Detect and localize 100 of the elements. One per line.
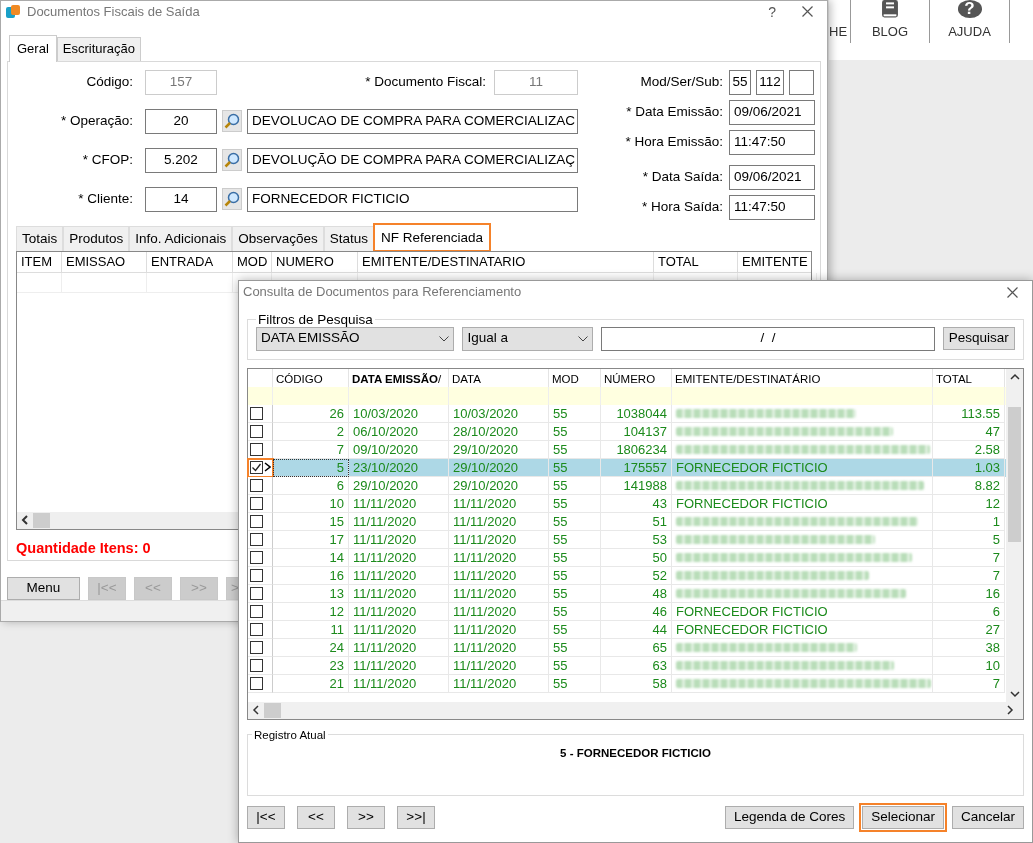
input-field[interactable]: 5.202 bbox=[145, 147, 217, 173]
checkbox[interactable] bbox=[250, 550, 263, 564]
field-label: * Operação: bbox=[59, 112, 134, 131]
column-header: EMITENTE bbox=[738, 252, 811, 272]
tab[interactable]: Produtos bbox=[63, 225, 130, 251]
scrollbar-thumb[interactable] bbox=[33, 513, 50, 528]
tab[interactable]: Info. Adicionais bbox=[129, 225, 233, 251]
dropdown[interactable]: DATA EMISSÃO bbox=[256, 326, 455, 351]
field-label: * Documento Fiscal: bbox=[364, 73, 487, 92]
column-header: NUMERO bbox=[272, 252, 358, 272]
input-field[interactable]: 11:47:50 bbox=[729, 194, 815, 220]
table-cell: 26 bbox=[273, 404, 349, 423]
search-icon bbox=[224, 191, 240, 208]
input-field[interactable]: DEVOLUCAO DE COMPRA PARA COMERCIALIZAC bbox=[247, 108, 578, 134]
lookup-button[interactable] bbox=[222, 188, 242, 211]
scrollbar-thumb[interactable] bbox=[1008, 406, 1021, 542]
table-cell: 46 bbox=[601, 602, 672, 621]
table-cell: 50 bbox=[601, 548, 672, 567]
checkbox[interactable] bbox=[250, 568, 263, 582]
help-icon[interactable]: ? bbox=[957, 0, 982, 18]
table-cell: 7 bbox=[933, 674, 1005, 693]
table-cell: 5 bbox=[273, 458, 349, 477]
table-cell: FORNECEDOR FICTICIO bbox=[672, 620, 933, 639]
action-button[interactable]: Cancelar bbox=[951, 805, 1024, 829]
table-cell: 2 bbox=[273, 422, 349, 441]
tab[interactable]: NF Referenciada bbox=[373, 223, 491, 251]
table-cell: 43 bbox=[601, 494, 672, 513]
nav-button[interactable]: |<< bbox=[247, 805, 285, 829]
table-cell: 55 bbox=[549, 548, 601, 567]
table-cell: 27 bbox=[933, 620, 1005, 639]
field-label: * Data Emissão: bbox=[625, 103, 724, 122]
checkbox[interactable] bbox=[250, 514, 263, 528]
table-cell: 1038044 bbox=[601, 404, 672, 423]
checkbox[interactable] bbox=[250, 496, 263, 510]
tab[interactable]: Geral bbox=[9, 35, 57, 62]
checkbox[interactable] bbox=[250, 532, 263, 546]
column-header: NÚMERO bbox=[601, 368, 672, 387]
search-icon bbox=[224, 152, 240, 169]
lookup-button[interactable] bbox=[222, 149, 242, 172]
column-header: DATA EMISSÃO/ bbox=[349, 368, 449, 387]
input-field[interactable]: 55 bbox=[729, 69, 751, 95]
toolbar-label[interactable]: AJUDA bbox=[948, 21, 991, 41]
table-cell: 55 bbox=[549, 476, 601, 495]
checkbox[interactable] bbox=[250, 658, 263, 672]
table-cell: 10/03/2020 bbox=[349, 404, 449, 423]
nav-button[interactable]: >> bbox=[347, 805, 385, 829]
table-cell: 7 bbox=[933, 566, 1005, 585]
table-cell: FORNECEDOR FICTICIO bbox=[672, 602, 933, 621]
scrollbar-thumb[interactable] bbox=[264, 702, 281, 718]
toolbar-label[interactable]: BLOG bbox=[871, 21, 909, 41]
checkbox[interactable] bbox=[250, 622, 263, 636]
nav-button[interactable]: Menu bbox=[7, 576, 80, 600]
table-cell: 23/10/2020 bbox=[349, 458, 449, 477]
checkbox[interactable] bbox=[250, 640, 263, 654]
dialog-title: Consulta de Documentos para Referenciamento bbox=[243, 283, 522, 302]
table-cell: 11/11/2020 bbox=[449, 566, 549, 585]
input-field[interactable]: 112 bbox=[756, 69, 784, 95]
action-button[interactable]: Selecionar bbox=[862, 805, 944, 829]
tab[interactable]: Status bbox=[323, 225, 374, 251]
input-field[interactable]: 20 bbox=[145, 108, 217, 134]
table-cell: 11/11/2020 bbox=[449, 530, 549, 549]
input-field[interactable]: DEVOLUÇÃO DE COMPRA PARA COMERCIALIZAÇ bbox=[247, 147, 578, 173]
checkbox[interactable] bbox=[250, 442, 263, 456]
nav-button[interactable]: >>| bbox=[397, 805, 435, 829]
input-field[interactable]: / / bbox=[601, 326, 935, 351]
checkbox[interactable] bbox=[250, 604, 263, 618]
input-field[interactable]: 09/06/2021 bbox=[729, 164, 815, 190]
search-icon bbox=[224, 113, 240, 130]
checkbox[interactable] bbox=[250, 478, 263, 492]
column-header: EMITENTE/DESTINATARIO bbox=[358, 252, 654, 272]
checkbox[interactable] bbox=[250, 424, 263, 438]
input-field[interactable]: 11:47:50 bbox=[729, 129, 815, 155]
table-cell: 141988 bbox=[601, 476, 672, 495]
table-cell: 51 bbox=[601, 512, 672, 531]
input-field[interactable]: FORNECEDOR FICTICIO bbox=[247, 186, 578, 212]
checkbox[interactable] bbox=[250, 406, 263, 420]
table-cell: 17 bbox=[273, 530, 349, 549]
action-button[interactable]: Legenda de Cores bbox=[725, 805, 855, 829]
input-field[interactable]: 14 bbox=[145, 186, 217, 212]
tab[interactable]: Totais bbox=[16, 225, 64, 251]
input-field[interactable]: 09/06/2021 bbox=[729, 99, 815, 125]
lookup-button[interactable] bbox=[222, 110, 242, 133]
tab[interactable]: Escrituração bbox=[56, 37, 142, 61]
dropdown[interactable]: Igual a bbox=[462, 326, 594, 351]
search-button[interactable]: Pesquisar bbox=[942, 326, 1015, 350]
checkbox[interactable] bbox=[250, 676, 263, 690]
table-cell: 7 bbox=[933, 548, 1005, 567]
table-cell: 1806234 bbox=[601, 440, 672, 459]
nav-button[interactable]: << bbox=[297, 805, 335, 829]
checkbox[interactable] bbox=[250, 460, 263, 474]
tab[interactable]: Observações bbox=[232, 225, 324, 251]
help-button[interactable]: ? bbox=[758, 4, 786, 19]
table-cell: 24 bbox=[273, 638, 349, 657]
input-field[interactable] bbox=[789, 69, 814, 95]
toolbar-label[interactable]: HE bbox=[829, 21, 848, 41]
checkbox[interactable] bbox=[250, 586, 263, 600]
table-cell: 11/11/2020 bbox=[449, 674, 549, 693]
table-cell: 11/11/2020 bbox=[349, 584, 449, 603]
table-cell: 55 bbox=[549, 422, 601, 441]
table-cell: 16 bbox=[273, 566, 349, 585]
